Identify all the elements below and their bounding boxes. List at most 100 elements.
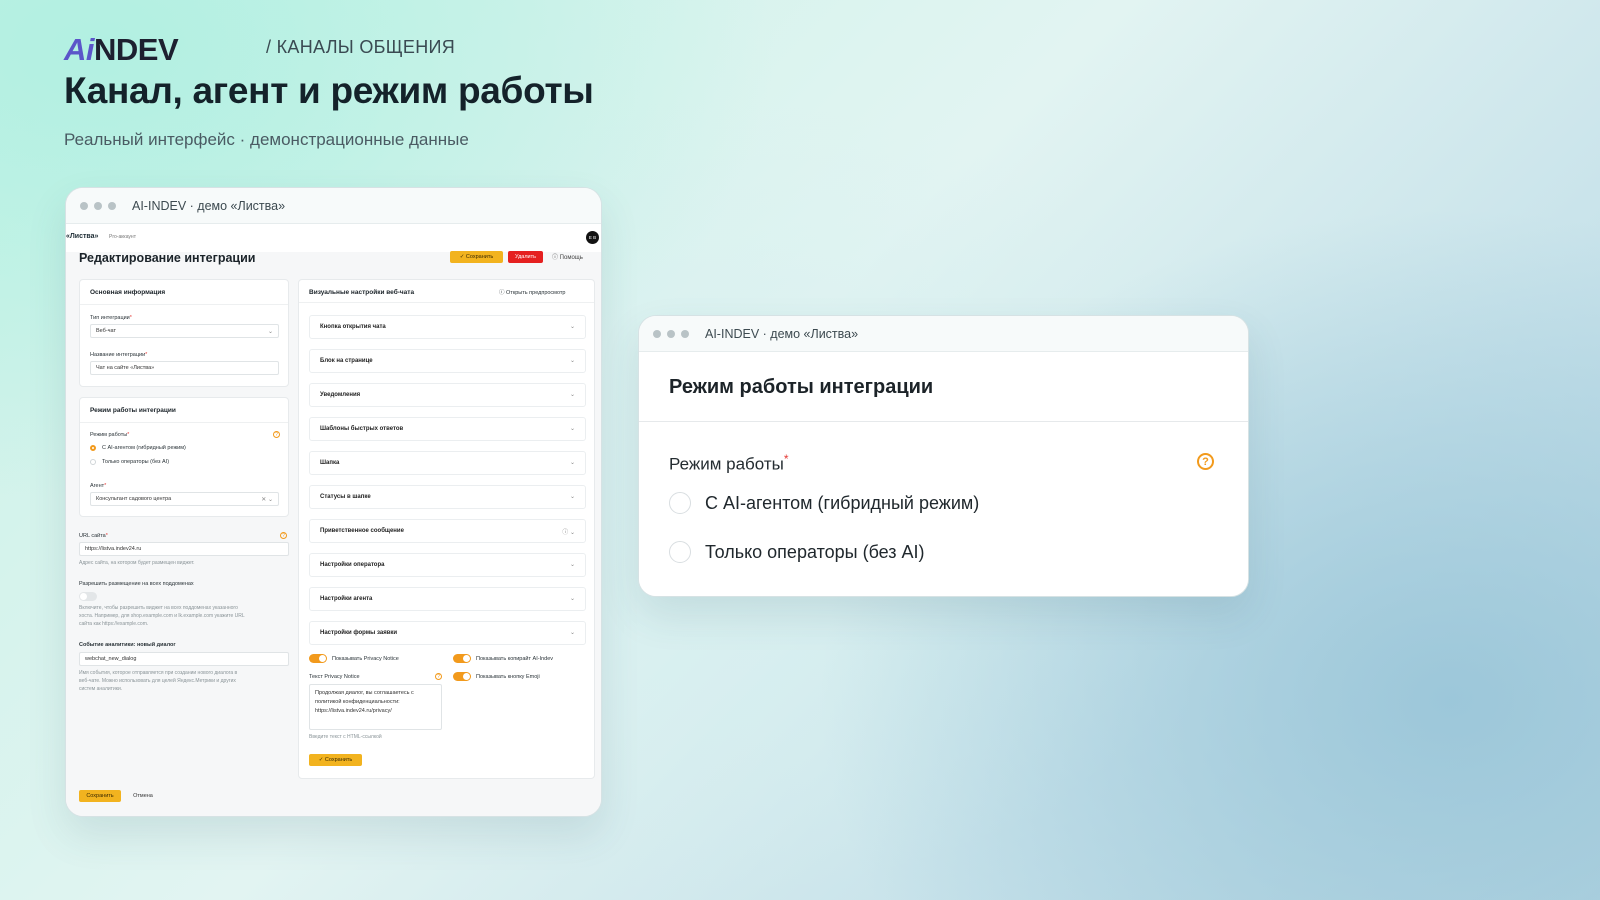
url-label: URL сайта* xyxy=(79,533,108,539)
integration-type-select[interactable]: Веб-чат ⌄ xyxy=(90,324,279,338)
help-question-icon[interactable]: ? xyxy=(435,673,442,680)
section-agent-settings[interactable]: Настройки агента ⌄ xyxy=(309,587,586,611)
divider xyxy=(639,421,1248,422)
open-preview-button[interactable]: ⓘ Открыть предпросмотр xyxy=(499,288,565,296)
chevron-down-icon: ⌄ xyxy=(569,494,575,500)
subdomains-hint-3: сайта как https://example.com. xyxy=(79,621,149,627)
integration-name-label: Название интеграции* xyxy=(90,352,148,358)
chevron-down-icon: ⌄ xyxy=(569,630,575,636)
aindev-logo: AiNDEV xyxy=(64,32,179,67)
basic-info-card: Основная информация Тип интеграции* Веб-… xyxy=(79,279,289,387)
clear-and-chevron-icon[interactable]: ✕ ⌄ xyxy=(261,496,273,503)
copyright-toggle[interactable] xyxy=(453,654,471,663)
section-header-statuses[interactable]: Статусы в шапке ⌄ xyxy=(309,485,586,509)
mode-field-label: Режим работы* xyxy=(669,452,789,474)
window-dot-icon xyxy=(94,201,102,210)
editor-title: Редактирование интеграции xyxy=(79,251,256,265)
radio-hybrid[interactable] xyxy=(669,492,691,514)
privacy-toggle[interactable] xyxy=(309,654,327,663)
chevron-down-icon: ⌄ xyxy=(569,562,575,568)
footer-save-button[interactable]: Сохранить xyxy=(79,790,121,802)
window-dot-icon xyxy=(681,329,689,338)
page-subtitle: Реальный интерфейс · демонстрационные да… xyxy=(64,130,469,149)
window-dot-icon xyxy=(108,201,116,210)
integration-editor-window: AI-INDEV · демо «Листва» «Листва» Pro-ак… xyxy=(65,187,602,817)
mode-panel: Режим работы интеграции Режим работы* ? … xyxy=(639,352,1248,596)
url-hint: Адрес сайта, на котором будет размещен в… xyxy=(79,560,195,566)
visual-settings-card: Визуальные настройки веб-чата ⓘ Открыть … xyxy=(298,279,595,779)
privacy-text-label: Текст Privacy Notice xyxy=(309,674,360,680)
event-hint-3: систем аналитики. xyxy=(79,686,123,692)
help-question-icon[interactable]: ? xyxy=(280,532,287,539)
privacy-toggle-label: Показывать Privacy Notice xyxy=(332,656,399,662)
section-operator-settings[interactable]: Настройки оператора ⌄ xyxy=(309,553,586,577)
option-operators-label: Только операторы (без AI) xyxy=(705,542,925,562)
event-input[interactable]: webchat_new_dialog xyxy=(79,652,289,666)
chevron-down-icon: ⌄ xyxy=(569,324,575,330)
delete-button[interactable]: Удалить xyxy=(508,251,543,263)
divider xyxy=(80,304,288,305)
window-dot-icon xyxy=(80,201,88,210)
subdomains-hint-2: хоста. Например, для shop.example.com и … xyxy=(79,613,245,619)
visual-save-button[interactable]: ✓ Сохранить xyxy=(309,754,362,766)
chevron-down-icon: ⌄ xyxy=(569,426,575,432)
option-hybrid-label: С AI-агентом (гибридный режим) xyxy=(705,493,980,513)
section-welcome-message[interactable]: Приветственное сообщение ⓘ ⌄ xyxy=(309,519,586,543)
basic-info-heading: Основная информация xyxy=(90,289,166,296)
chevron-down-icon: ⌄ xyxy=(569,596,575,602)
window-titlebar: AI-INDEV · демо «Листва» xyxy=(639,316,1248,352)
divider xyxy=(80,422,288,423)
option-operators-label: Только операторы (без AI) xyxy=(102,459,170,465)
chevron-down-icon: ⌄ xyxy=(569,358,575,364)
radio-hybrid[interactable] xyxy=(90,445,96,451)
copyright-toggle-label: Показывать копирайт AI-Indev xyxy=(476,656,554,662)
window-titlebar: AI-INDEV · демо «Листва» xyxy=(66,188,601,224)
emoji-toggle[interactable] xyxy=(453,672,471,681)
integration-type-label: Тип интеграции* xyxy=(90,315,132,321)
window-dot-icon xyxy=(653,329,661,338)
mode-zoom-window: AI-INDEV · демо «Листва» Режим работы ин… xyxy=(638,315,1249,597)
app-topbar: «Листва» Pro-аккаунт Е В xyxy=(66,224,601,252)
page-title: Канал, агент и режим работы xyxy=(64,70,594,111)
chevron-down-icon: ⌄ xyxy=(569,460,575,466)
workspace-brand[interactable]: «Листва» xyxy=(66,233,98,240)
integration-name-input[interactable]: Чат на сайте «Листва» xyxy=(90,361,279,375)
visual-settings-heading: Визуальные настройки веб-чата xyxy=(309,289,415,296)
divider xyxy=(299,302,594,303)
event-hint-1: Имя события, которое отправляется при со… xyxy=(79,670,238,676)
section-notifications[interactable]: Уведомления ⌄ xyxy=(309,383,586,407)
mode-heading: Режим работы интеграции xyxy=(90,407,176,414)
radio-operators[interactable] xyxy=(669,541,691,563)
section-chat-button[interactable]: Кнопка открытия чата ⌄ xyxy=(309,315,586,339)
radio-operators[interactable] xyxy=(90,459,96,465)
privacy-textarea[interactable]: Продолжая диалог, вы соглашаетесь с поли… xyxy=(309,684,442,730)
subdomains-toggle[interactable] xyxy=(79,592,97,601)
subdomains-label: Разрешить размещение на всех поддоменах xyxy=(79,581,194,587)
privacy-hint: Введите текст с HTML-ссылкой xyxy=(309,734,382,740)
section-header[interactable]: Шапка ⌄ xyxy=(309,451,586,475)
help-and-chevron-icon: ⓘ ⌄ xyxy=(562,530,575,536)
help-question-icon[interactable]: ? xyxy=(1197,453,1214,470)
agent-select[interactable]: Консультант садового центра ✕ ⌄ xyxy=(90,492,279,506)
url-input[interactable]: https://listva.indev24.ru xyxy=(79,542,289,556)
logo-wordmark: AiNDEV xyxy=(64,32,179,67)
chevron-down-icon: ⌄ xyxy=(267,329,273,335)
option-hybrid-label: С AI-агентом (гибридный режим) xyxy=(102,445,186,451)
help-question-icon[interactable]: ? xyxy=(273,431,280,438)
emoji-toggle-label: Показывать кнопку Emoji xyxy=(476,674,540,680)
section-quick-replies[interactable]: Шаблоны быстрых ответов ⌄ xyxy=(309,417,586,441)
mode-panel-heading: Режим работы интеграции xyxy=(669,376,934,398)
chevron-down-icon: ⌄ xyxy=(569,392,575,398)
mode-card: Режим работы интеграции Режим работы* ? … xyxy=(79,397,289,517)
section-page-block[interactable]: Блок на странице ⌄ xyxy=(309,349,586,373)
editor-body: «Листва» Pro-аккаунт Е В Редактирование … xyxy=(66,224,601,816)
event-label: Событие аналитики: новый диалог xyxy=(79,642,176,648)
mode-label: Режим работы* xyxy=(90,432,130,438)
footer-cancel-button[interactable]: Отмена xyxy=(126,789,160,803)
section-request-form[interactable]: Настройки формы заявки ⌄ xyxy=(309,621,586,645)
window-dot-icon xyxy=(667,329,675,338)
save-button[interactable]: ✓ Сохранить xyxy=(450,251,503,263)
avatar[interactable]: Е В xyxy=(586,231,599,244)
subdomains-hint-1: Включите, чтобы разрешить виджет на всех… xyxy=(79,605,238,611)
help-button[interactable]: ⓘ Помощь xyxy=(552,252,583,261)
